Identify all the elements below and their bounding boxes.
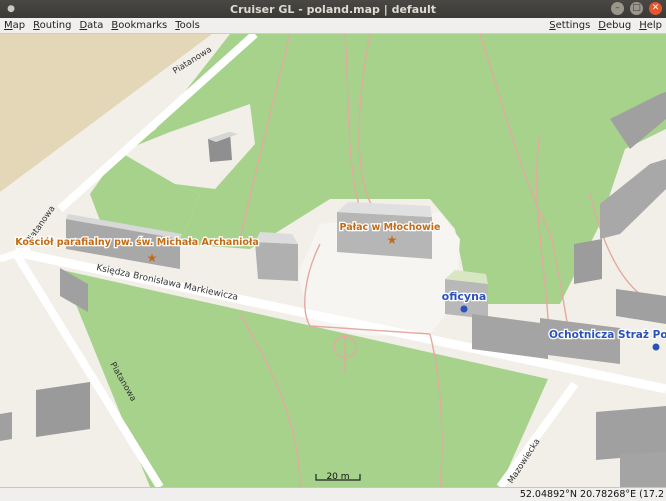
minimize-icon[interactable]: – — [611, 2, 624, 15]
menu-debug[interactable]: Debug — [594, 20, 635, 31]
coordinates-readout: 52.04892°N 20.78268°E (17.2 — [519, 489, 664, 500]
poi-star-icon-palace[interactable]: ★ — [387, 233, 398, 247]
poi-label-oficyna[interactable]: oficyna — [440, 289, 487, 305]
poi-label-palac[interactable]: Pałac w Młochowie — [338, 221, 441, 235]
menu-bookmarks[interactable]: Bookmarks — [107, 20, 171, 31]
poi-label-kosciol[interactable]: Kościół parafialny pw. św. Michała Archa… — [14, 236, 260, 250]
window-title: Cruiser GL - poland.map | default — [230, 2, 436, 16]
maximize-icon[interactable]: □ — [630, 2, 643, 15]
poi-dot-icon-oficyna[interactable] — [460, 305, 468, 313]
menu-data[interactable]: Data — [75, 20, 107, 31]
close-icon[interactable]: ✕ — [649, 2, 662, 15]
menu-tools[interactable]: Tools — [171, 20, 204, 31]
poi-dot-icon-straz[interactable] — [652, 343, 660, 351]
menu-map[interactable]: Map — [0, 20, 29, 31]
poi-star-icon-church[interactable]: ★ — [147, 251, 158, 265]
map-canvas[interactable]: ★ ★ 20 m Piatanowa Piatanowa Piatanowa K… — [0, 34, 666, 487]
menu-routing[interactable]: Routing — [29, 20, 75, 31]
window-controls: – □ ✕ — [611, 2, 662, 15]
menu-settings[interactable]: Settings — [545, 20, 594, 31]
status-bar: 52.04892°N 20.78268°E (17.2 — [0, 487, 666, 501]
menu-help[interactable]: Help — [635, 20, 666, 31]
scale-label: 20 m — [326, 472, 349, 482]
map-view[interactable]: ★ ★ 20 m Piatanowa Piatanowa Piatanowa K… — [0, 34, 666, 487]
title-bar: ● Cruiser GL - poland.map | default – □ … — [0, 0, 666, 18]
menu-bar: Map Routing Data Bookmarks Tools Setting… — [0, 18, 666, 34]
poi-label-straz[interactable]: Ochotnicza Straż Poża — [548, 328, 666, 343]
